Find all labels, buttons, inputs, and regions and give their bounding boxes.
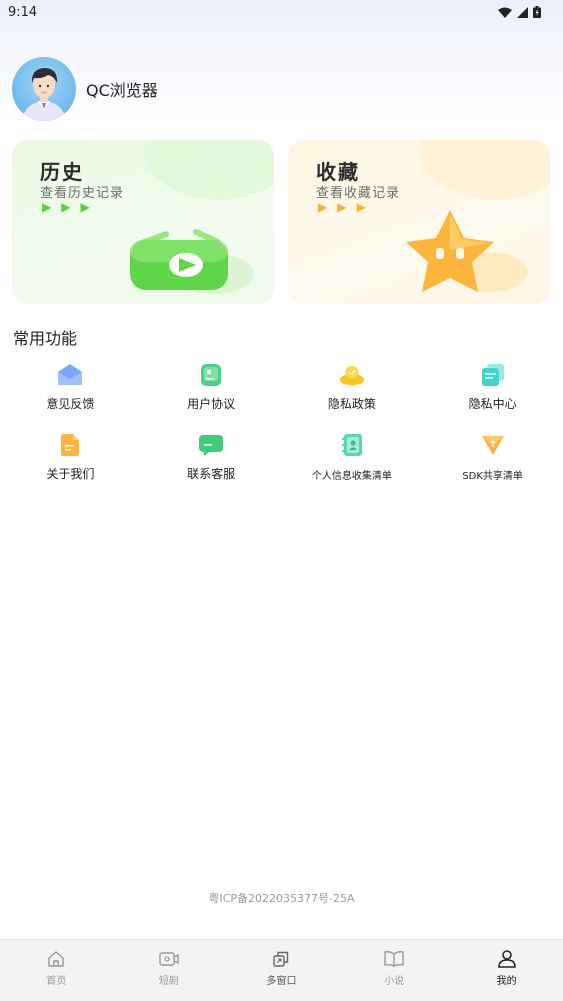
feature-personal-info-list[interactable]: 个人信息收集清单 xyxy=(282,430,423,486)
privacy-policy-icon xyxy=(339,362,365,388)
personal-info-icon xyxy=(339,432,365,458)
battery-icon xyxy=(533,6,541,18)
status-time: 9:14 xyxy=(8,4,38,20)
customer-service-icon xyxy=(198,432,224,458)
history-card-subtitle: 查看历史记录 xyxy=(40,186,125,201)
feedback-icon xyxy=(57,362,83,388)
favorites-card-title: 收藏 xyxy=(316,160,360,184)
arrow-icon: ▶ xyxy=(80,200,90,214)
card-decoration xyxy=(420,140,550,200)
avatar-illustration xyxy=(22,68,66,121)
arrow-icon: ▶ xyxy=(61,200,71,214)
feature-label: 隐私政策 xyxy=(327,397,376,411)
feature-label: 用户协议 xyxy=(187,397,236,411)
history-arrows: ▶ ▶ ▶ xyxy=(42,200,90,214)
video-play-icon xyxy=(130,228,254,294)
icp-license[interactable]: 粤ICP备2022035377号-25A xyxy=(0,890,563,906)
nav-multi-window[interactable]: 多窗口 xyxy=(225,940,338,1001)
feature-label: 个人信息收集清单 xyxy=(311,471,392,482)
nav-label: 多窗口 xyxy=(266,976,297,987)
favorites-card[interactable]: 收藏 查看收藏记录 ▶ ▶ ▶ xyxy=(288,140,550,304)
feature-label: 关于我们 xyxy=(46,467,95,481)
feature-label: SDK共享清单 xyxy=(462,471,523,482)
nav-label: 我的 xyxy=(496,976,517,987)
profile-name[interactable]: QC浏览器 xyxy=(86,77,158,101)
nav-mine[interactable]: 我的 xyxy=(450,940,563,1001)
arrow-icon: ▶ xyxy=(318,200,328,214)
feature-label: 意见反馈 xyxy=(46,397,95,411)
feature-privacy-center[interactable]: 隐私中心 xyxy=(422,360,563,416)
feature-privacy-policy[interactable]: 隐私政策 xyxy=(282,360,423,416)
favorites-card-subtitle: 查看收藏记录 xyxy=(316,186,401,201)
section-title: 常用功能 xyxy=(13,329,78,348)
feature-about-us[interactable]: 关于我们 xyxy=(0,430,141,486)
history-card[interactable]: 历史 查看历史记录 ▶ ▶ ▶ xyxy=(12,140,274,304)
feature-feedback[interactable]: 意见反馈 xyxy=(0,360,141,416)
nav-home[interactable]: 首页 xyxy=(0,940,113,1001)
feature-sdk-list[interactable]: SDK共享清单 xyxy=(422,430,563,486)
nav-label: 首页 xyxy=(46,976,67,987)
wifi-icon xyxy=(498,7,512,18)
sdk-icon xyxy=(480,432,506,458)
star-icon xyxy=(406,210,528,292)
arrow-icon: ▶ xyxy=(356,200,366,214)
agreement-icon xyxy=(198,362,224,388)
status-icons xyxy=(498,6,541,18)
nav-novel[interactable]: 小说 xyxy=(338,940,451,1001)
nav-label: 短剧 xyxy=(158,976,179,987)
nav-label: 小说 xyxy=(384,976,405,987)
bottom-nav: 首页 短剧 多窗口 小说 我的 xyxy=(0,939,563,1001)
favorites-arrows: ▶ ▶ ▶ xyxy=(318,200,366,214)
avatar[interactable] xyxy=(12,57,76,121)
feature-customer-service[interactable]: 联系客服 xyxy=(141,430,282,486)
feature-label: 隐私中心 xyxy=(468,397,517,411)
history-card-title: 历史 xyxy=(40,160,84,184)
user-profile[interactable]: QC浏览器 xyxy=(12,57,158,121)
book-icon xyxy=(384,951,404,967)
person-icon xyxy=(497,950,516,968)
about-icon xyxy=(57,432,83,458)
status-bar: 9:14 xyxy=(0,0,563,24)
arrow-icon: ▶ xyxy=(42,200,52,214)
feature-label: 联系客服 xyxy=(187,467,236,481)
arrow-icon: ▶ xyxy=(337,200,347,214)
feature-user-agreement[interactable]: 用户协议 xyxy=(141,360,282,416)
signal-icon xyxy=(517,6,528,18)
windows-icon xyxy=(273,951,289,967)
card-decoration xyxy=(144,140,274,200)
feature-grid: 意见反馈 用户协议 隐私政策 隐私中心 关于我们 联系客服 个人信息收集清单 S… xyxy=(0,360,563,486)
home-icon xyxy=(48,951,64,967)
video-icon xyxy=(159,952,179,966)
privacy-center-icon xyxy=(480,362,506,388)
nav-short-drama[interactable]: 短剧 xyxy=(113,940,226,1001)
